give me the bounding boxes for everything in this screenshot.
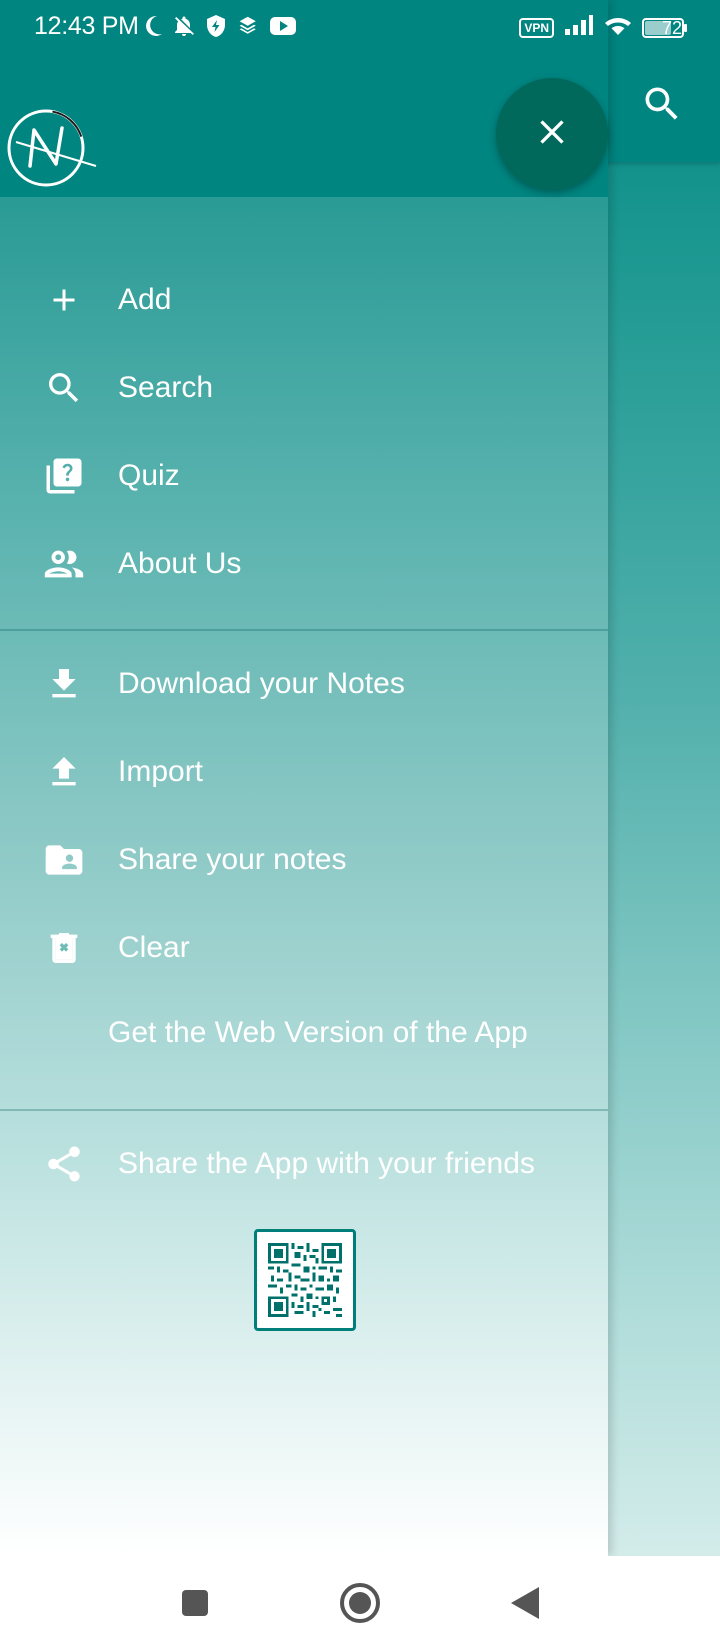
menu-label-import: Import <box>118 755 204 788</box>
menu-label-about-us: About Us <box>118 547 242 580</box>
menu-item-download-notes[interactable]: Download your Notes <box>0 644 608 724</box>
status-bar: 12:43 PM VPN 72 <box>0 0 720 54</box>
status-icons-right: VPN 72 <box>519 14 688 41</box>
signal-icon <box>564 14 594 41</box>
home-icon[interactable] <box>335 1578 385 1628</box>
divider <box>0 1109 608 1111</box>
battery-level: 72 <box>662 17 683 38</box>
menu-item-share-notes[interactable]: Share your notes <box>0 820 608 900</box>
web-version-link[interactable]: Get the Web Version of the App <box>108 1016 528 1050</box>
layers-icon <box>236 14 260 43</box>
status-time: 12:43 PM <box>34 12 139 40</box>
qr-code-icon[interactable] <box>254 1229 356 1331</box>
menu-item-add[interactable]: Add <box>0 260 608 340</box>
moon-icon <box>145 15 163 42</box>
wifi-icon <box>604 14 632 41</box>
close-icon <box>532 112 572 157</box>
share-icon <box>40 1140 88 1188</box>
menu-item-import[interactable]: Import <box>0 732 608 812</box>
vpn-badge: VPN <box>519 17 554 38</box>
logo-letter: N <box>6 104 7 105</box>
menu-item-about-us[interactable]: About Us <box>0 524 608 604</box>
menu-label-search: Search <box>118 371 214 404</box>
quiz-icon <box>40 452 88 500</box>
shield-icon <box>205 14 227 43</box>
menu-item-search[interactable]: Search <box>0 348 608 428</box>
menu-item-clear[interactable]: Clear <box>0 908 608 988</box>
download-icon <box>40 660 88 708</box>
battery-icon: 72 <box>642 17 688 39</box>
search-icon[interactable] <box>640 82 684 126</box>
close-drawer-button[interactable] <box>496 78 608 190</box>
navigation-drawer: N Add Search Quiz About Us Download your… <box>0 0 608 1556</box>
app-logo: N <box>6 104 98 201</box>
recents-icon[interactable] <box>170 1578 220 1628</box>
menu-label-quiz: Quiz <box>118 459 180 492</box>
back-icon[interactable] <box>500 1578 550 1628</box>
screen: 12:43 PM VPN 72 N Add Search Quiz About … <box>0 0 720 1650</box>
menu-label-add: Add <box>118 283 172 316</box>
menu-item-quiz[interactable]: Quiz <box>0 436 608 516</box>
upload-icon <box>40 748 88 796</box>
plus-icon <box>40 276 88 324</box>
menu-label-share-app: Share the App with your friends <box>118 1147 535 1180</box>
bell-off-icon <box>172 14 196 43</box>
people-icon <box>40 540 88 588</box>
status-icons-left <box>145 14 297 43</box>
trash-icon <box>40 924 88 972</box>
menu-label-share-notes: Share your notes <box>118 843 347 876</box>
menu-label-clear: Clear <box>118 931 190 964</box>
menu-item-share-app[interactable]: Share the App with your friends <box>0 1124 608 1204</box>
folder-shared-icon <box>40 836 88 884</box>
menu-label-download-notes: Download your Notes <box>118 667 405 700</box>
system-nav-bar <box>0 1556 720 1650</box>
divider <box>0 629 608 631</box>
youtube-icon <box>269 15 297 42</box>
search-icon <box>40 364 88 412</box>
